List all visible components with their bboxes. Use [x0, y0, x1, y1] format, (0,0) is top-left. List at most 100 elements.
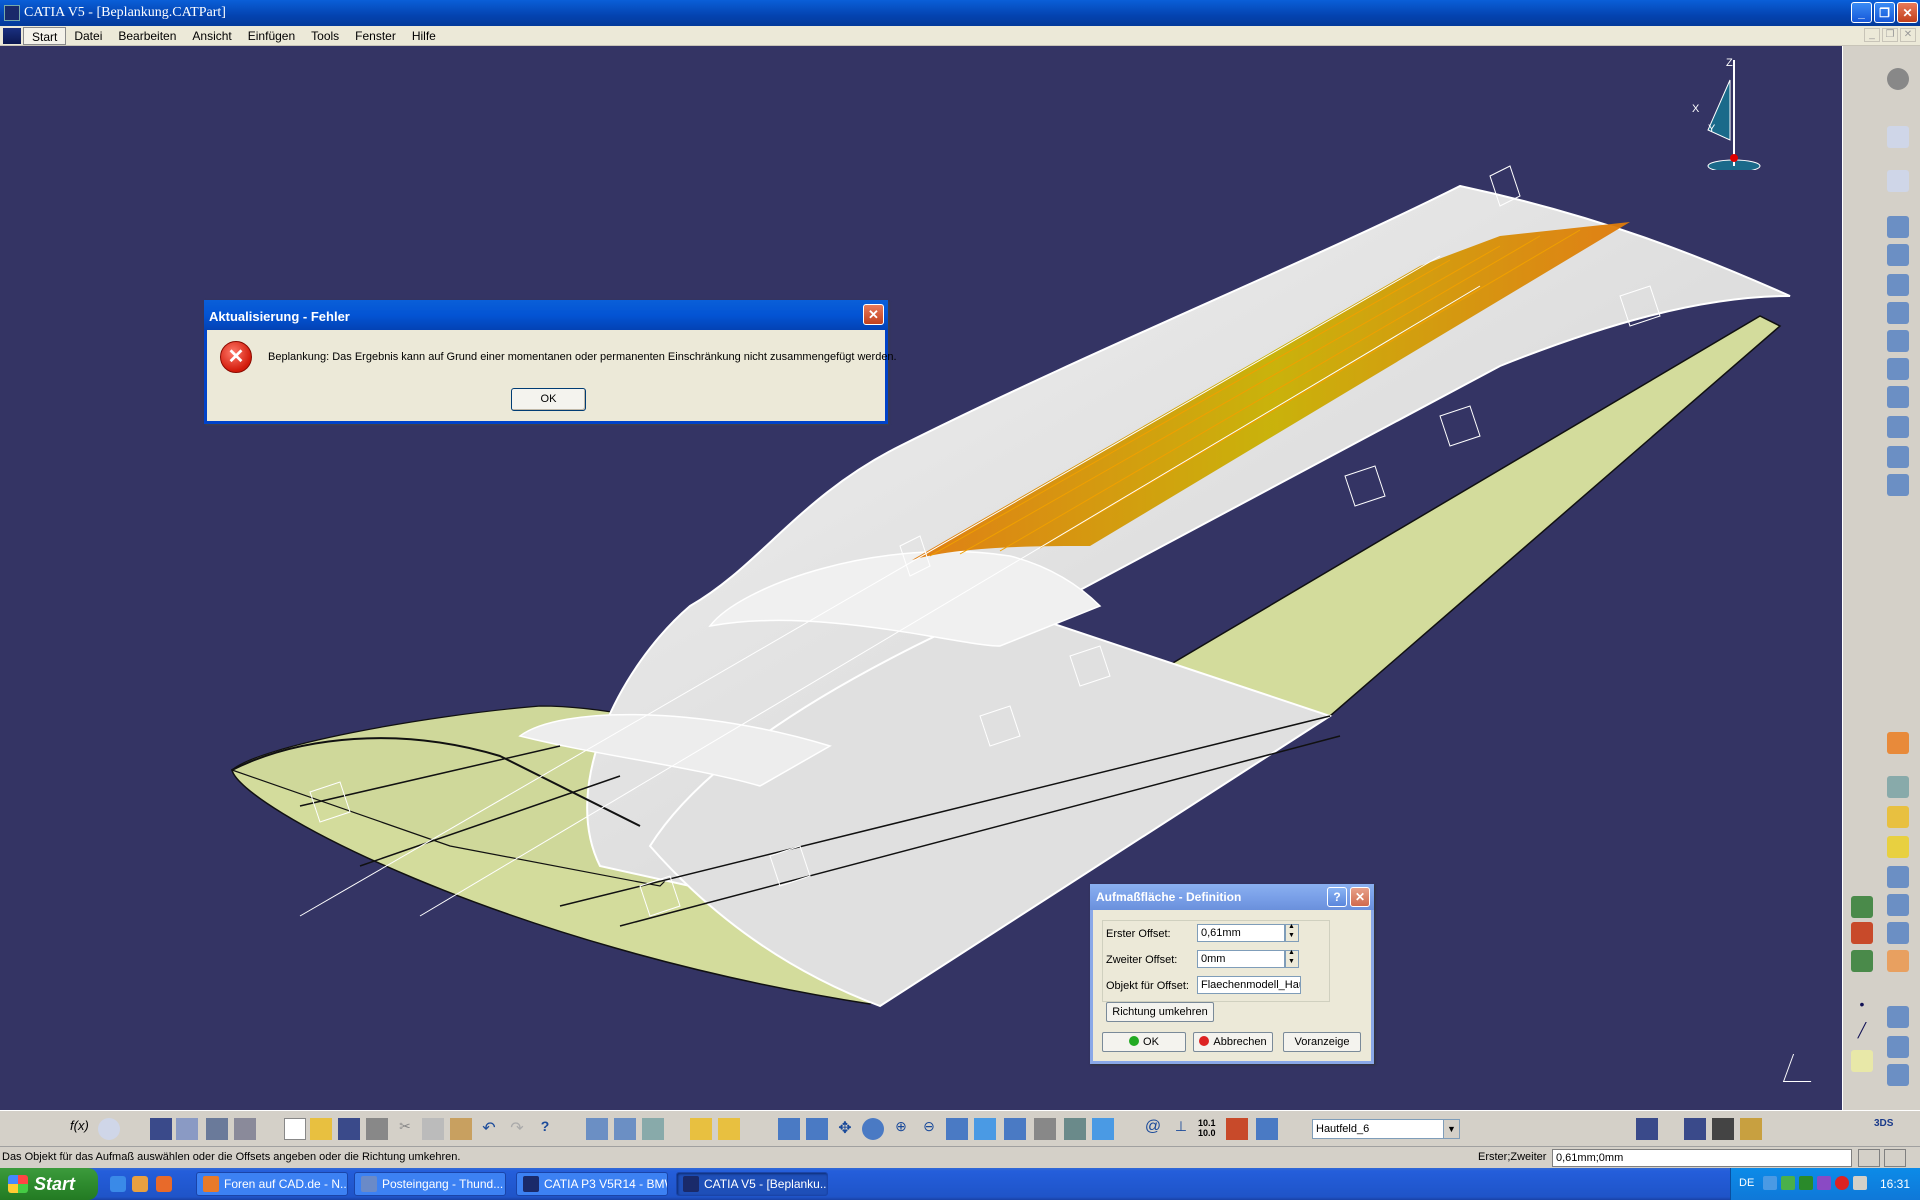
open-file-icon[interactable] — [310, 1118, 332, 1140]
offset-cancel-button[interactable]: Abbrechen — [1193, 1032, 1273, 1052]
new-file-icon[interactable] — [284, 1118, 306, 1140]
fly-mode-icon[interactable] — [778, 1118, 800, 1140]
task-thunderbird[interactable]: Posteingang - Thund... — [354, 1172, 506, 1196]
draft-icon[interactable] — [642, 1118, 664, 1140]
redo-icon[interactable]: ↷ — [506, 1118, 528, 1140]
bottle-icon[interactable] — [1740, 1118, 1762, 1140]
paste-icon[interactable] — [450, 1118, 472, 1140]
sketch-icon[interactable] — [1887, 170, 1909, 192]
document-icon[interactable] — [3, 27, 21, 44]
task-firefox[interactable]: Foren auf CAD.de - N... — [196, 1172, 348, 1196]
select-arrow-icon[interactable] — [1887, 126, 1909, 148]
language-indicator[interactable]: DE — [1739, 1177, 1754, 1189]
sync-icon[interactable] — [1853, 1176, 1867, 1190]
menu-ansicht[interactable]: Ansicht — [184, 27, 239, 45]
tree-icon[interactable] — [176, 1118, 198, 1140]
formula-icon[interactable]: f(x) — [70, 1118, 92, 1140]
fit-screen-icon[interactable] — [1636, 1118, 1658, 1140]
loft-icon[interactable] — [1887, 446, 1909, 468]
plane-icon[interactable] — [1851, 1050, 1873, 1072]
show-desktop-icon[interactable] — [110, 1176, 126, 1192]
measure-icon[interactable] — [1851, 950, 1873, 972]
boolean-icon[interactable] — [1887, 806, 1909, 828]
clock[interactable]: 16:31 — [1880, 1177, 1910, 1191]
swap-space-icon[interactable] — [1092, 1118, 1114, 1140]
menu-fenster[interactable]: Fenster — [347, 27, 404, 45]
whats-this-icon[interactable]: ? — [534, 1118, 556, 1140]
multi-view-icon[interactable] — [974, 1118, 996, 1140]
ratio-icon[interactable]: 10.1 10.0 — [1198, 1118, 1220, 1140]
undo-icon[interactable]: ↶ — [478, 1118, 500, 1140]
mirror-icon[interactable] — [1887, 894, 1909, 916]
shading-icon[interactable] — [1034, 1118, 1056, 1140]
network-icon[interactable] — [1781, 1176, 1795, 1190]
hide-show-icon[interactable] — [718, 1118, 740, 1140]
spiral-icon[interactable]: @ — [1142, 1118, 1164, 1140]
volume-icon[interactable] — [1817, 1176, 1831, 1190]
table-icon[interactable] — [150, 1118, 172, 1140]
surface-icon[interactable] — [1887, 474, 1909, 496]
task-catia-v5[interactable]: CATIA V5 - [Beplanku... — [676, 1172, 828, 1196]
chamfer-icon[interactable] — [1887, 1036, 1909, 1058]
analysis-icon[interactable] — [614, 1118, 636, 1140]
help-button[interactable]: ? — [1327, 887, 1347, 907]
doc-minimize-button[interactable]: _ — [1864, 28, 1880, 42]
offset-ok-button[interactable]: OK — [1102, 1032, 1186, 1052]
menu-einfuegen[interactable]: Einfügen — [240, 27, 303, 45]
security-icon[interactable] — [1799, 1176, 1813, 1190]
pan-icon[interactable]: ✥ — [834, 1118, 856, 1140]
close-button[interactable]: ✕ — [1897, 2, 1918, 23]
fit-all-icon[interactable] — [806, 1118, 828, 1140]
update-icon[interactable] — [1851, 896, 1873, 918]
first-offset-input[interactable]: 0,61mm — [1197, 924, 1285, 942]
zoom-out-icon[interactable]: ⊖ — [918, 1118, 940, 1140]
rib-icon[interactable] — [1887, 358, 1909, 380]
hole-icon[interactable] — [1887, 330, 1909, 352]
thunderbird-icon[interactable] — [156, 1176, 172, 1192]
extrude-icon[interactable] — [1887, 216, 1909, 238]
minimize-button[interactable]: _ — [1851, 2, 1872, 23]
object-offset-field[interactable]: Flaechenmodell_Haut — [1197, 976, 1301, 994]
lamp-icon[interactable] — [124, 1118, 146, 1140]
offset-preview-button[interactable]: Voranzeige — [1283, 1032, 1361, 1052]
pattern-icon[interactable] — [1887, 922, 1909, 944]
status-input[interactable]: 0,61mm;0mm — [1552, 1149, 1852, 1167]
solid-icon[interactable] — [1887, 416, 1909, 438]
print-icon[interactable] — [366, 1118, 388, 1140]
catia-app-icon[interactable] — [4, 5, 20, 21]
menu-start[interactable]: Start — [23, 26, 67, 45]
alert-icon[interactable] — [1835, 1176, 1849, 1190]
grid-icon[interactable] — [1887, 1064, 1909, 1086]
snap-icon[interactable] — [1226, 1118, 1248, 1140]
layer-dropdown[interactable]: Hautfeld_6 ▼ — [1312, 1119, 1460, 1139]
menu-tools[interactable]: Tools — [303, 27, 347, 45]
iso-view-icon[interactable] — [1004, 1118, 1026, 1140]
error-dialog-close-button[interactable]: ✕ — [863, 304, 884, 325]
chevron-down-icon[interactable]: ▼ — [1443, 1120, 1459, 1138]
offset-dialog-close-button[interactable]: ✕ — [1350, 887, 1370, 907]
save-icon[interactable] — [338, 1118, 360, 1140]
second-offset-input[interactable]: 0mm — [1197, 950, 1285, 968]
tray-arrow-icon[interactable] — [1763, 1176, 1777, 1190]
axis-icon[interactable]: ⊥ — [1170, 1118, 1192, 1140]
status-button[interactable] — [1858, 1149, 1880, 1167]
body-icon[interactable] — [1887, 776, 1909, 798]
restore-button[interactable]: ❐ — [1874, 2, 1895, 23]
camera-icon[interactable] — [1712, 1118, 1734, 1140]
groove-icon[interactable] — [1887, 302, 1909, 324]
compass-widget[interactable]: Z X Y — [1690, 50, 1770, 170]
slot-icon[interactable] — [1887, 386, 1909, 408]
doc-close-button[interactable]: ✕ — [1900, 28, 1916, 42]
layer-icon[interactable] — [690, 1118, 712, 1140]
line-icon[interactable]: ╱ — [1851, 1022, 1873, 1044]
swap-icon[interactable] — [1684, 1118, 1706, 1140]
point-icon[interactable]: • — [1851, 996, 1873, 1018]
menu-datei[interactable]: Datei — [66, 27, 110, 45]
menu-bearbeiten[interactable]: Bearbeiten — [110, 27, 184, 45]
catalog-icon[interactable] — [206, 1118, 228, 1140]
transform-icon[interactable] — [1887, 866, 1909, 888]
first-offset-spinner[interactable] — [1285, 923, 1299, 942]
normal-view-icon[interactable] — [946, 1118, 968, 1140]
second-offset-spinner[interactable] — [1285, 949, 1299, 968]
knowledge-icon[interactable] — [98, 1118, 120, 1140]
